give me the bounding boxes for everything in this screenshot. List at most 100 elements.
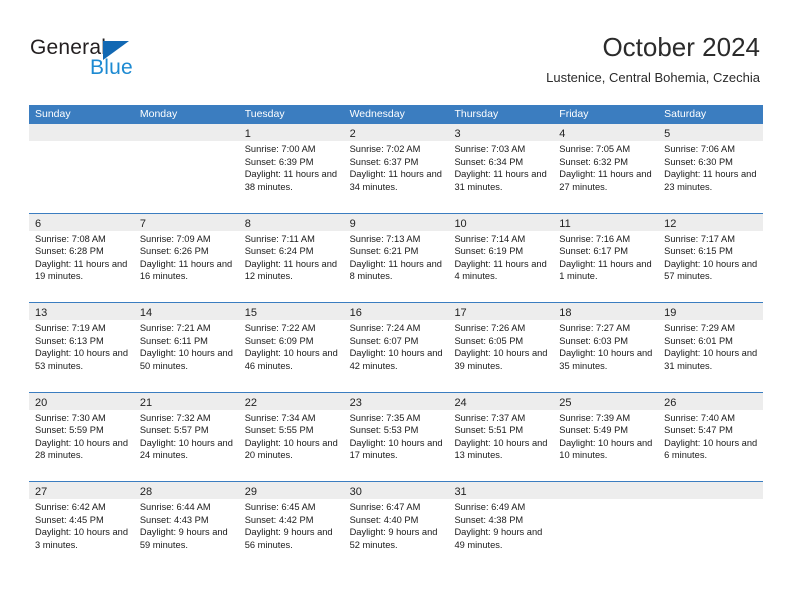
day-number: 29 — [244, 486, 257, 498]
day-info: Sunrise: 7:27 AM Sunset: 6:03 PM Daylight:… — [553, 320, 658, 372]
day-number-band: 11 — [553, 213, 659, 231]
day-number-band: 12 — [658, 213, 764, 231]
day-number: 5 — [664, 128, 671, 140]
sunrise-text: Sunrise: 7:03 AM — [454, 144, 526, 154]
calendar-day-cell[interactable]: 28 Sunrise: 6:44 AM Sunset: 4:43 PM Dayligh… — [133, 482, 239, 572]
calendar-page: General Blue October 2024 Lustenice, Cen… — [0, 0, 792, 612]
sunset-text: Sunset: 6:13 PM — [35, 335, 104, 346]
day-number-band — [29, 124, 134, 141]
calendar-grid: Sunday Monday Tuesday Wednesday Thursday… — [29, 105, 764, 572]
day-number: 2 — [349, 128, 356, 140]
calendar-day-cell[interactable]: 24 Sunrise: 7:37 AM Sunset: 5:51 PM Dayligh… — [448, 392, 554, 482]
daylight-text: Daylight: 11 hours and 12 minutes. — [244, 258, 338, 282]
day-number-band: 27 — [29, 482, 134, 499]
title-block: October 2024 Lustenice, Central Bohemia,… — [546, 32, 760, 86]
calendar-day-cell[interactable]: 30 Sunrise: 6:47 AM Sunset: 4:40 PM Dayligh… — [343, 482, 449, 572]
calendar-day-cell[interactable]: 5 Sunrise: 7:06 AM Sunset: 6:30 PM Daylight… — [658, 124, 764, 213]
calendar-day-cell[interactable]: 4 Sunrise: 7:05 AM Sunset: 6:32 PM Daylight… — [553, 124, 659, 213]
calendar-day-cell[interactable]: 10 Sunrise: 7:14 AM Sunset: 6:19 PM Dayligh… — [448, 213, 554, 303]
sunrise-text: Sunrise: 7:06 AM — [664, 144, 735, 154]
calendar-day-cell[interactable]: 26 Sunrise: 7:40 AM Sunset: 5:47 PM Dayligh… — [658, 392, 764, 482]
day-number-band: 4 — [553, 124, 659, 141]
daylight-text: Daylight: 10 hours and 24 minutes. — [139, 437, 233, 461]
sunset-text: Sunset: 6:24 PM — [244, 246, 314, 257]
day-number-band: 28 — [133, 482, 239, 499]
daylight-text: Daylight: 10 hours and 28 minutes. — [35, 437, 129, 461]
calendar-day-cell[interactable]: 31 Sunrise: 6:49 AM Sunset: 4:38 PM Dayligh… — [448, 482, 554, 572]
calendar-day-cell[interactable]: 14 Sunrise: 7:21 AM Sunset: 6:11 PM Dayligh… — [133, 303, 239, 392]
weekday-header-row: Sunday Monday Tuesday Wednesday Thursday… — [29, 105, 763, 124]
calendar-day-cell[interactable]: 9 Sunrise: 7:13 AM Sunset: 6:21 PM Daylight… — [343, 213, 449, 303]
calendar-day-cell[interactable]: 18 Sunrise: 7:27 AM Sunset: 6:03 PM Dayligh… — [553, 303, 659, 392]
calendar-day-cell[interactable]: 23 Sunrise: 7:35 AM Sunset: 5:53 PM Dayligh… — [343, 392, 449, 482]
day-number: 7 — [139, 217, 146, 230]
day-info: Sunrise: 7:21 AM Sunset: 6:11 PM Daylight:… — [134, 320, 239, 372]
daylight-text: Daylight: 10 hours and 57 minutes. — [664, 258, 758, 282]
calendar-day-cell[interactable]: 22 Sunrise: 7:34 AM Sunset: 5:55 PM Dayligh… — [238, 392, 344, 482]
calendar-week-row: 27 Sunrise: 6:42 AM Sunset: 4:45 PM Dayligh… — [29, 482, 764, 572]
day-number: 26 — [664, 396, 677, 409]
day-number-band: 13 — [29, 303, 134, 320]
sunset-text: Sunset: 4:38 PM — [454, 514, 524, 525]
calendar-day-cell[interactable]: 17 Sunrise: 7:26 AM Sunset: 6:05 PM Dayligh… — [448, 303, 554, 392]
sunset-text: Sunset: 6:19 PM — [454, 246, 524, 257]
day-number: 10 — [454, 217, 467, 230]
day-number: 12 — [664, 217, 677, 230]
weekday-saturday: Saturday — [664, 108, 707, 120]
calendar-day-cell[interactable]: 1 Sunrise: 7:00 AM Sunset: 6:39 PM Daylight… — [238, 124, 344, 213]
sunset-text: Sunset: 6:15 PM — [664, 246, 733, 257]
calendar-day-cell[interactable]: 27 Sunrise: 6:42 AM Sunset: 4:45 PM Dayligh… — [29, 482, 134, 572]
calendar-day-cell[interactable]: 21 Sunrise: 7:32 AM Sunset: 5:57 PM Dayligh… — [133, 392, 239, 482]
day-info: Sunrise: 7:32 AM Sunset: 5:57 PM Daylight:… — [134, 410, 239, 462]
sunrise-text: Sunrise: 7:29 AM — [664, 323, 735, 333]
sunset-text: Sunset: 6:28 PM — [35, 246, 104, 257]
sunrise-text: Sunrise: 7:09 AM — [139, 233, 211, 244]
calendar-day-cell[interactable]: 25 Sunrise: 7:39 AM Sunset: 5:49 PM Dayligh… — [553, 392, 659, 482]
calendar-day-cell[interactable]: 19 Sunrise: 7:29 AM Sunset: 6:01 PM Dayligh… — [658, 303, 764, 392]
day-number: 11 — [559, 217, 571, 230]
calendar-day-cell[interactable]: 15 Sunrise: 7:22 AM Sunset: 6:09 PM Dayligh… — [238, 303, 344, 392]
weekday-tuesday: Tuesday — [244, 108, 285, 120]
calendar-day-cell[interactable]: 16 Sunrise: 7:24 AM Sunset: 6:07 PM Dayligh… — [343, 303, 449, 392]
calendar-day-cell[interactable]: 6 Sunrise: 7:08 AM Sunset: 6:28 PM Daylight… — [29, 213, 134, 303]
daylight-text: Daylight: 11 hours and 1 minute. — [559, 258, 652, 282]
sunset-text: Sunset: 5:49 PM — [559, 425, 629, 436]
sunrise-text: Sunrise: 7:26 AM — [454, 323, 526, 333]
day-info: Sunrise: 7:19 AM Sunset: 6:13 PM Daylight:… — [29, 320, 134, 372]
day-number: 15 — [244, 307, 257, 319]
calendar-day-cell[interactable]: 20 Sunrise: 7:30 AM Sunset: 5:59 PM Dayligh… — [29, 392, 134, 482]
day-number: 18 — [559, 307, 572, 319]
daylight-text: Daylight: 9 hours and 52 minutes. — [349, 527, 438, 550]
sunrise-text: Sunrise: 7:22 AM — [244, 323, 316, 333]
sunset-text: Sunset: 6:01 PM — [664, 335, 733, 346]
sunset-text: Sunset: 6:26 PM — [139, 246, 209, 257]
sunset-text: Sunset: 5:59 PM — [35, 425, 104, 436]
calendar-day-cell-empty — [133, 124, 239, 213]
calendar-day-cell[interactable]: 13 Sunrise: 7:19 AM Sunset: 6:13 PM Dayligh… — [29, 303, 134, 392]
calendar-day-cell[interactable]: 11 Sunrise: 7:16 AM Sunset: 6:17 PM Dayligh… — [553, 213, 659, 303]
calendar-day-cell[interactable]: 2 Sunrise: 7:02 AM Sunset: 6:37 PM Daylight… — [343, 124, 449, 213]
sunrise-text: Sunrise: 7:13 AM — [349, 233, 421, 244]
day-info: Sunrise: 6:45 AM Sunset: 4:42 PM Daylight:… — [239, 499, 344, 551]
sunrise-text: Sunrise: 7:05 AM — [559, 144, 631, 154]
day-info: Sunrise: 7:06 AM Sunset: 6:30 PM Daylight:… — [658, 141, 763, 193]
day-info: Sunrise: 7:34 AM Sunset: 5:55 PM Daylight:… — [239, 410, 344, 462]
logo-text-blue: Blue — [90, 56, 133, 79]
calendar-day-cell[interactable]: 3 Sunrise: 7:03 AM Sunset: 6:34 PM Daylight… — [448, 124, 554, 213]
sunrise-text: Sunrise: 7:19 AM — [35, 323, 106, 333]
daylight-text: Daylight: 10 hours and 35 minutes. — [559, 348, 653, 371]
day-number: 30 — [349, 486, 362, 498]
daylight-text: Daylight: 10 hours and 20 minutes. — [244, 437, 338, 461]
day-number-band: 17 — [448, 303, 554, 320]
calendar-day-cell[interactable]: 8 Sunrise: 7:11 AM Sunset: 6:24 PM Daylight… — [238, 213, 344, 303]
calendar-day-cell[interactable]: 29 Sunrise: 6:45 AM Sunset: 4:42 PM Dayligh… — [238, 482, 344, 572]
daylight-text: Daylight: 11 hours and 19 minutes. — [35, 258, 128, 282]
day-number-band: 3 — [448, 124, 554, 141]
day-info: Sunrise: 7:39 AM Sunset: 5:49 PM Daylight:… — [553, 410, 658, 462]
day-number: 27 — [35, 486, 48, 498]
calendar-day-cell[interactable]: 12 Sunrise: 7:17 AM Sunset: 6:15 PM Dayligh… — [658, 213, 764, 303]
sunrise-text: Sunrise: 7:08 AM — [35, 233, 106, 244]
sunrise-text: Sunrise: 7:17 AM — [664, 233, 735, 244]
sunset-text: Sunset: 6:37 PM — [349, 156, 419, 167]
calendar-day-cell[interactable]: 7 Sunrise: 7:09 AM Sunset: 6:26 PM Daylight… — [133, 213, 239, 303]
